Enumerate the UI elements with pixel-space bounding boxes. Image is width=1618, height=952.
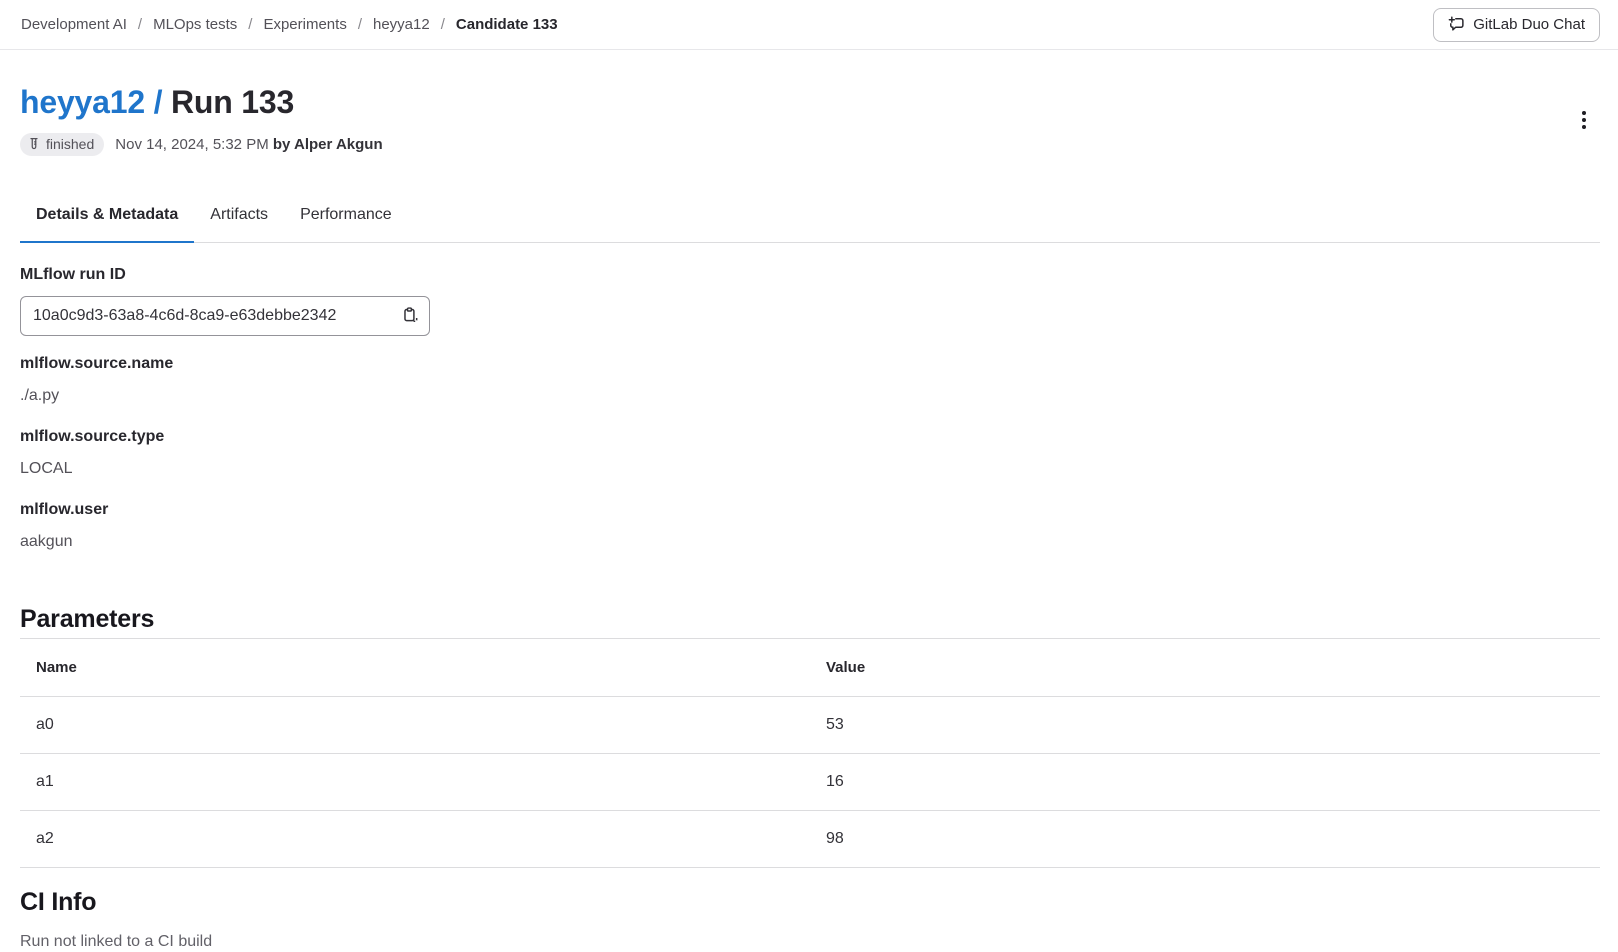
run-id-label: MLflow run ID [20,265,1600,284]
metadata-value: ./a.py [20,386,1600,405]
run-tabs: Details & Metadata Artifacts Performance [20,192,1600,243]
duo-chat-icon [1448,16,1465,33]
run-meta: finished Nov 14, 2024, 5:32 PM by Alper … [20,133,383,156]
metadata-field: mlflow.source.name ./a.py [20,354,1600,405]
metadata-field: mlflow.user aakgun [20,500,1600,551]
parameters-title: Parameters [20,605,1600,634]
param-value: 53 [810,696,1600,753]
param-name: a2 [20,810,810,867]
breadcrumb-separator: / [248,16,252,33]
breadcrumb-item-experiments[interactable]: Experiments [263,16,346,33]
tab-artifacts[interactable]: Artifacts [194,192,284,242]
status-label: finished [46,136,94,153]
run-name: Run 133 [171,84,294,120]
status-badge: finished [20,133,104,156]
run-timestamp: Nov 14, 2024, 5:32 PM by Alper Akgun [115,136,382,153]
column-header-value: Value [810,638,1600,696]
metadata-label: mlflow.user [20,500,1600,519]
ci-info-title: CI Info [20,888,1600,917]
breadcrumb-bar: Development AI / MLOps tests / Experimen… [0,0,1618,50]
copy-button[interactable] [398,304,423,327]
breadcrumb: Development AI / MLOps tests / Experimen… [21,16,558,33]
duo-chat-button[interactable]: GitLab Duo Chat [1433,8,1600,42]
breadcrumb-item-experiment[interactable]: heyya12 [373,16,430,33]
breadcrumb-separator: / [138,16,142,33]
details-section: MLflow run ID mlflow.source.name ./a.py [20,243,1600,551]
metadata-value: LOCAL [20,459,1600,478]
run-id-input-group [20,296,430,336]
param-value: 98 [810,810,1600,867]
page-title: heyya12 / Run 133 [20,84,383,121]
tab-details-metadata[interactable]: Details & Metadata [20,192,194,242]
breadcrumb-item-group[interactable]: Development AI [21,16,127,33]
column-header-name: Name [20,638,810,696]
param-name: a1 [20,753,810,810]
param-name: a0 [20,696,810,753]
breadcrumb-item-project[interactable]: MLOps tests [153,16,237,33]
parameters-table: Name Value a0 53 a1 16 a2 98 [20,638,1600,868]
metadata-field: mlflow.source.type LOCAL [20,427,1600,478]
experiment-link[interactable]: heyya12 / [20,84,162,120]
run-header: heyya12 / Run 133 finished N [20,84,1600,156]
param-value: 16 [810,753,1600,810]
breadcrumb-separator: / [358,16,362,33]
table-header-row: Name Value [20,638,1600,696]
metadata-label: mlflow.source.type [20,427,1600,446]
table-row: a1 16 [20,753,1600,810]
ci-info-message: Run not linked to a CI build [20,933,1600,951]
clipboard-copy-icon [402,307,419,324]
ellipsis-vertical-icon [1582,111,1586,129]
table-row: a2 98 [20,810,1600,867]
run-author: by Alper Akgun [273,136,383,153]
test-tube-icon [27,137,41,151]
table-row: a0 53 [20,696,1600,753]
breadcrumb-separator: / [441,16,445,33]
kebab-menu-button[interactable] [1568,104,1600,136]
run-id-input[interactable] [23,307,398,325]
tab-performance[interactable]: Performance [284,192,408,242]
metadata-value: aakgun [20,532,1600,551]
breadcrumb-item-current: Candidate 133 [456,16,558,33]
metadata-label: mlflow.source.name [20,354,1600,373]
duo-chat-label: GitLab Duo Chat [1473,16,1585,33]
